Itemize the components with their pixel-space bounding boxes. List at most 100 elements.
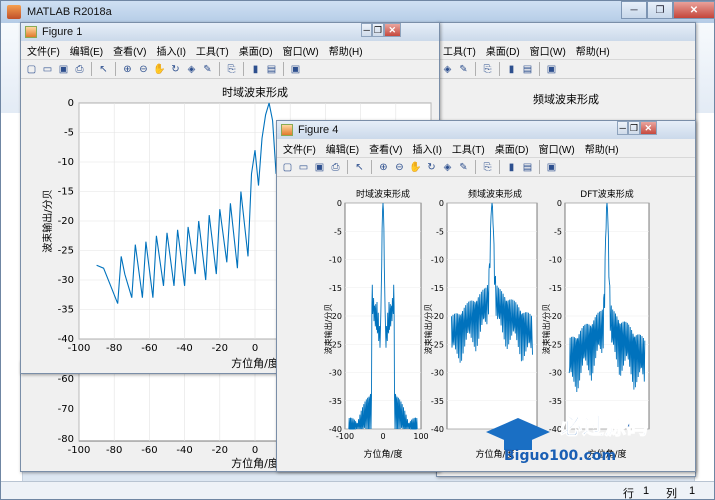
- x-tick-label: -40: [176, 445, 192, 456]
- menu-help[interactable]: 帮助(H): [329, 43, 363, 58]
- data-cursor-icon[interactable]: ◈: [441, 161, 454, 174]
- pointer-icon[interactable]: ↖: [353, 161, 366, 174]
- restore-button[interactable]: ❐: [372, 23, 384, 37]
- new-file-icon[interactable]: ▢: [281, 161, 294, 174]
- brush-icon[interactable]: ✎: [457, 63, 470, 76]
- plot-tools-icon[interactable]: ▣: [545, 63, 558, 76]
- link-icon[interactable]: ⎘: [481, 161, 494, 174]
- y-tick-label: -40: [431, 425, 444, 434]
- x-tick-label: -20: [212, 343, 228, 354]
- y-tick-label: -10: [58, 157, 74, 168]
- legend-icon[interactable]: ▤: [521, 161, 534, 174]
- watermark-logo: 必过源码 Biguo100.com: [484, 404, 714, 466]
- new-file-icon[interactable]: ▢: [25, 63, 38, 76]
- menu-insert[interactable]: 插入(I): [412, 141, 441, 156]
- menu-tools[interactable]: 工具(T): [196, 43, 229, 58]
- y-tick-label: -5: [436, 227, 444, 236]
- menu-insert[interactable]: 插入(I): [156, 43, 185, 58]
- menu-edit[interactable]: 编辑(E): [70, 43, 103, 58]
- zoom-in-icon[interactable]: ⊕: [121, 63, 134, 76]
- legend-icon[interactable]: ▤: [521, 63, 534, 76]
- menu-file[interactable]: 文件(F): [283, 141, 316, 156]
- menu-tools[interactable]: 工具(T): [452, 141, 485, 156]
- x-tick-label: -40: [176, 343, 192, 354]
- y-tick-label: -15: [329, 284, 342, 293]
- restore-button[interactable]: ❐: [628, 121, 640, 135]
- open-folder-icon[interactable]: ▭: [297, 161, 310, 174]
- figure2-chart-title: 频域波束形成: [533, 94, 599, 106]
- x-tick-label: -80: [106, 343, 122, 354]
- menu-desktop[interactable]: 桌面(D): [239, 43, 273, 58]
- menu-desktop[interactable]: 桌面(D): [486, 43, 520, 58]
- y-tick-label: -10: [431, 256, 444, 265]
- menu-edit[interactable]: 编辑(E): [326, 141, 359, 156]
- x-tick-label: 0: [380, 432, 385, 441]
- print-icon[interactable]: ⎙: [73, 63, 86, 76]
- open-folder-icon[interactable]: ▭: [41, 63, 54, 76]
- toolbar-separator: [475, 62, 476, 76]
- menu-help[interactable]: 帮助(H): [576, 43, 610, 58]
- close-button[interactable]: ✕: [639, 121, 657, 135]
- y-tick-label: -25: [58, 246, 74, 257]
- plot-tools-icon[interactable]: ▣: [545, 161, 558, 174]
- x-tick-label: -100: [68, 445, 91, 456]
- minimize-button[interactable]: ─: [361, 23, 373, 37]
- pan-icon[interactable]: ✋: [153, 63, 166, 76]
- y-tick-label: -15: [549, 284, 562, 293]
- menu-file[interactable]: 文件(F): [27, 43, 60, 58]
- figure4-title: Figure 4: [298, 124, 339, 136]
- rotate-icon[interactable]: ↻: [169, 63, 182, 76]
- rotate-icon[interactable]: ↻: [425, 161, 438, 174]
- zoom-in-icon[interactable]: ⊕: [377, 161, 390, 174]
- menu-help[interactable]: 帮助(H): [585, 141, 619, 156]
- subplot-dft: DFT波束形成 0-5-10-15-20-25-30-35-40: [549, 188, 650, 434]
- x-axis-label: 方位角/度: [231, 356, 279, 370]
- y-tick-label: -30: [58, 275, 74, 286]
- x-axis-label: 方位角/度: [363, 448, 402, 460]
- zoom-out-icon[interactable]: ⊖: [137, 63, 150, 76]
- figure1-toolbar: ▢ ▭ ▣ ⎙ ↖ ⊕ ⊖ ✋ ↻ ◈ ✎ ⎘ ▮ ▤ ▣: [21, 59, 439, 79]
- minimize-button[interactable]: ─: [621, 1, 647, 19]
- y-tick-label: -30: [329, 369, 342, 378]
- plot-tools-icon[interactable]: ▣: [289, 63, 302, 76]
- pan-icon[interactable]: ✋: [409, 161, 422, 174]
- menu-window[interactable]: 窗口(W): [283, 43, 319, 58]
- data-cursor-icon[interactable]: ◈: [441, 63, 454, 76]
- status-col-label: 列: [666, 488, 677, 500]
- toolbar-separator: [91, 62, 92, 76]
- restore-button[interactable]: ❐: [647, 1, 673, 19]
- link-icon[interactable]: ⎘: [481, 63, 494, 76]
- y-tick-label: -5: [554, 227, 562, 236]
- matlab-logo-icon: [7, 5, 21, 19]
- legend-icon[interactable]: ▤: [265, 63, 278, 76]
- print-icon[interactable]: ⎙: [329, 161, 342, 174]
- menu-window[interactable]: 窗口(W): [539, 141, 575, 156]
- save-icon[interactable]: ▣: [57, 63, 70, 76]
- save-icon[interactable]: ▣: [313, 161, 326, 174]
- menu-tools[interactable]: 工具(T): [443, 43, 476, 58]
- y-tick-label: -15: [58, 187, 74, 198]
- pointer-icon[interactable]: ↖: [97, 63, 110, 76]
- link-icon[interactable]: ⎘: [225, 63, 238, 76]
- brush-icon[interactable]: ✎: [201, 63, 214, 76]
- toolbar-separator: [283, 62, 284, 76]
- colorbar-icon[interactable]: ▮: [505, 161, 518, 174]
- y-tick-label: -5: [334, 227, 342, 236]
- menu-window[interactable]: 窗口(W): [530, 43, 566, 58]
- status-col-value: 1: [689, 485, 696, 497]
- data-cursor-icon[interactable]: ◈: [185, 63, 198, 76]
- minimize-button[interactable]: ─: [617, 121, 629, 135]
- menu-desktop[interactable]: 桌面(D): [495, 141, 529, 156]
- close-button[interactable]: ✕: [673, 1, 715, 19]
- close-button[interactable]: ✕: [383, 23, 401, 37]
- menu-view[interactable]: 查看(V): [113, 43, 146, 58]
- figure2-menubar: 工具(T) 桌面(D) 窗口(W) 帮助(H): [437, 41, 695, 59]
- figure2-toolbar: ◈ ✎ ⎘ ▮ ▤ ▣: [437, 59, 695, 79]
- figure4-menubar: 文件(F) 编辑(E) 查看(V) 插入(I) 工具(T) 桌面(D) 窗口(W…: [277, 139, 695, 157]
- colorbar-icon[interactable]: ▮: [505, 63, 518, 76]
- x-tick-label: -100: [336, 432, 354, 441]
- menu-view[interactable]: 查看(V): [369, 141, 402, 156]
- zoom-out-icon[interactable]: ⊖: [393, 161, 406, 174]
- colorbar-icon[interactable]: ▮: [249, 63, 262, 76]
- brush-icon[interactable]: ✎: [457, 161, 470, 174]
